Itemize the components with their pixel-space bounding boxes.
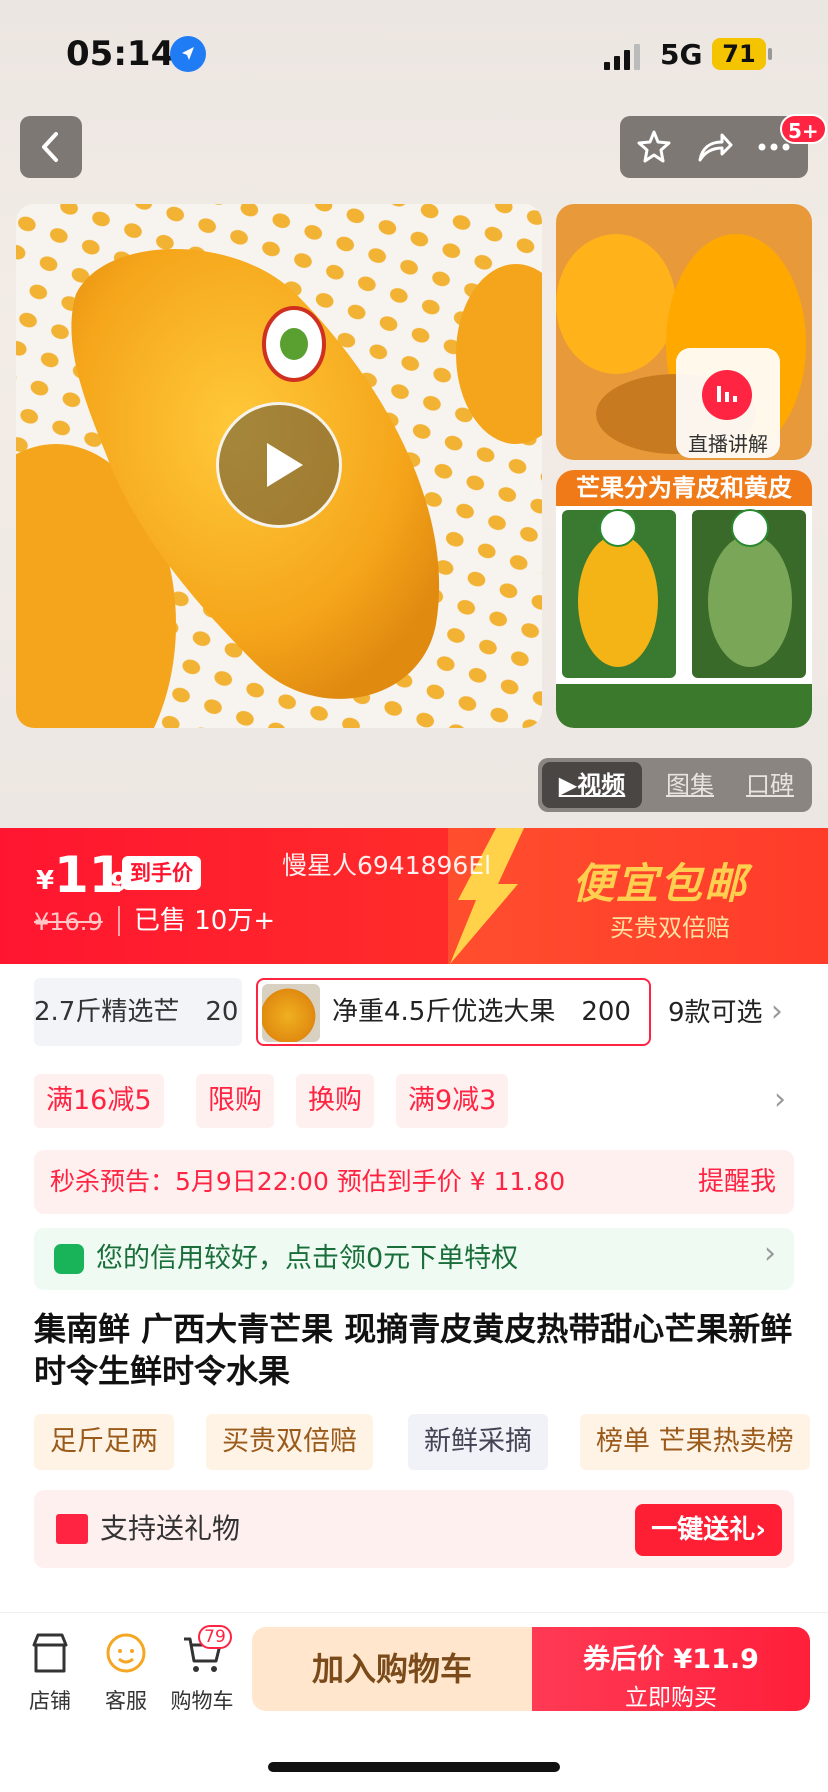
price-banner: ¥ 11 .9 到手价 ¥16.9 已售 10万+ 慢星人6941896El 便… (0, 828, 828, 964)
spec-thumbnail (262, 984, 320, 1042)
customer-service-button[interactable]: 客服 (90, 1631, 162, 1715)
play-icon (267, 443, 303, 487)
spec-more-label: 9款可选 (668, 998, 763, 1028)
favorite-button[interactable] (624, 116, 684, 178)
product-media-section: 05:14 5G 71 5+ 直播讲解 芒果分为青皮和黄皮 ▶视频 图集 口碑 (0, 0, 828, 828)
ranking-tag[interactable]: 榜单 芒果热卖榜 (580, 1414, 810, 1470)
send-gift-button[interactable]: 一键送礼› (635, 1504, 782, 1556)
chevron-right-icon: › (770, 994, 783, 1029)
product-title: 集南鲜 广西大青芒果 现摘青皮黄皮热带甜心芒果新鲜时令生鲜时令水果 (34, 1310, 793, 1390)
star-icon (637, 130, 671, 163)
coupon-price-label: 券后价 ¥11.9 (583, 1644, 759, 1675)
spec-option[interactable]: 2.7斤精选芒 20 (34, 978, 242, 1046)
live-label: 直播讲解 (688, 432, 768, 456)
add-to-cart-button[interactable]: 加入购物车 (252, 1627, 532, 1711)
chevron-right-icon: › (764, 1236, 776, 1271)
remind-me-button[interactable]: 提醒我 (698, 1150, 776, 1214)
credit-privilege-banner[interactable]: 您的信用较好，点击领0元下单特权 › (34, 1228, 794, 1290)
gift-text: 支持送礼物 (100, 1512, 241, 1545)
location-icon (170, 36, 206, 72)
flash-sale-preview[interactable]: 秒杀预告：5月9日22:00 预估到手价 ¥ 11.80 提醒我 (34, 1150, 794, 1214)
final-price-tag: 到手价 (122, 856, 201, 890)
coupon-item[interactable]: 限购 (196, 1074, 274, 1128)
back-button[interactable] (20, 116, 82, 178)
share-button[interactable] (684, 116, 744, 178)
cart-count-badge: 79 (198, 1625, 232, 1649)
tab-gallery[interactable]: 图集 (650, 758, 730, 812)
tab-reviews[interactable]: 口碑 (730, 758, 810, 812)
status-time: 05:14 (66, 34, 175, 74)
gift-icon (56, 1514, 88, 1544)
coupon-item[interactable]: 换购 (296, 1074, 374, 1128)
coupon-item[interactable]: 满16减5 (34, 1074, 164, 1128)
promo-title: 便宜包邮 (572, 859, 749, 908)
cart-label: 购物车 (170, 1689, 234, 1713)
home-indicator (268, 1762, 560, 1772)
media-tab-bar: ▶视频 图集 口碑 (538, 758, 812, 812)
tab-video[interactable]: ▶视频 (542, 762, 642, 808)
currency-symbol: ¥ (36, 866, 55, 896)
service-label: 客服 (105, 1689, 147, 1713)
shop-icon (32, 1633, 68, 1673)
original-price: ¥16.9 (34, 908, 103, 936)
chevron-right-icon[interactable]: › (774, 1082, 786, 1117)
signal-icon (604, 44, 640, 70)
user-watermark: 慢星人6941896El (282, 851, 492, 880)
send-gift-label: 一键送礼 (651, 1515, 756, 1545)
shop-label: 店铺 (29, 1689, 71, 1713)
spec-option-label: 净重4.5斤优选大果 200 (332, 997, 631, 1027)
thumbnail-title: 芒果分为青皮和黄皮 (556, 470, 812, 506)
chevron-left-icon (42, 132, 58, 162)
flash-sale-text: 秒杀预告：5月9日22:00 预估到手价 ¥ 11.80 (50, 1167, 566, 1196)
buy-now-label: 立即购买 (625, 1685, 717, 1711)
live-icon (702, 370, 752, 420)
sold-count: 已售 10万+ (118, 906, 275, 936)
share-icon (698, 133, 733, 162)
shopping-bag-icon (54, 1244, 84, 1274)
shop-button[interactable]: 店铺 (14, 1631, 86, 1715)
tag-item[interactable]: 新鲜采摘 (408, 1414, 548, 1470)
coupon-item[interactable]: 满9减3 (396, 1074, 509, 1128)
more-badge: 5+ (780, 114, 827, 144)
live-explain-button[interactable]: 直播讲解 (676, 348, 780, 458)
battery-icon: 71 (712, 38, 766, 70)
battery-tip (768, 48, 772, 60)
credit-text: 您的信用较好，点击领0元下单特权 (96, 1243, 519, 1274)
buy-now-button[interactable]: 券后价 ¥11.9 立即购买 (532, 1627, 810, 1711)
spec-selector: 2.7斤精选芒 20 净重4.5斤优选大果 200 9款可选 › (0, 978, 828, 1048)
network-label: 5G (660, 38, 703, 71)
promo-subtitle: 买贵双倍赔 (610, 914, 730, 942)
spec-option-selected[interactable]: 净重4.5斤优选大果 200 (256, 978, 651, 1046)
thumbnail-compare[interactable]: 芒果分为青皮和黄皮 (556, 470, 812, 728)
tag-item[interactable]: 足斤足两 (34, 1414, 174, 1470)
gift-banner: 支持送礼物 一键送礼› (34, 1490, 794, 1568)
spec-more-button[interactable]: 9款可选 › (668, 978, 783, 1047)
tag-item[interactable]: 买贵双倍赔 (206, 1414, 373, 1470)
service-icon (106, 1633, 146, 1673)
play-video-button[interactable] (216, 402, 342, 528)
mango-compare-image (556, 506, 812, 728)
